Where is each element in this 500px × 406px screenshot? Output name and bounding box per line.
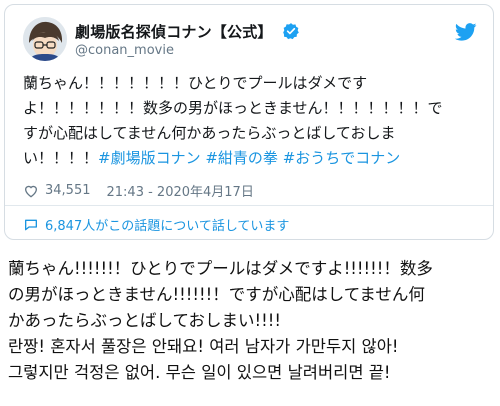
tweet-card[interactable]: 劇場版名探偵コナン【公式】 @conan_movie 蘭ちゃん！！！！！！！ひと… [4,4,494,240]
user-handle[interactable]: @conan_movie [75,43,174,58]
hashtag-links[interactable]: #劇場版コナン #紺青の拳 #おうちでコナン [98,149,400,167]
speech-bubble-icon [23,217,39,233]
conversation-text: 6,847人がこの話題について話しています [45,219,290,234]
timestamp[interactable]: 21:43 - 2020年4月17日 [107,181,254,200]
korean-line: 그렇지만 걱정은 없어. 무슨 일이 있으면 날려버리면 끝! [8,363,391,382]
conversation-link[interactable]: 6,847人がこの話題について話しています [23,215,289,234]
avatar[interactable] [23,17,67,61]
twitter-bird-icon[interactable] [454,23,477,45]
avatar-image [23,17,67,61]
tweet-line: すが心配はしてません何かあったらぶっとばしておしま [23,124,396,142]
tweet-line: い！！！！ [23,149,99,167]
tweet-line: よ！！！！！！！数多の男がほっときません！！！！！！！で [23,99,443,117]
tweet-meta: 34,551 21:43 - 2020年4月17日 [23,181,254,200]
korean-line: 란짱! 혼자서 풀장은 안돼요! 여러 남자가 가만두지 않아! [8,337,399,356]
verified-badge-icon [282,22,300,44]
display-name-text: 劇場版名探偵コナン【公式】 [75,23,273,41]
tweet-text: 蘭ちゃん！！！！！！！ひとりでプールはダメです よ！！！！！！！数多の男がほっと… [23,71,479,171]
japanese-line: の男がほっときません!!!!!!！ですが心配はしてません何 [8,285,425,304]
display-name[interactable]: 劇場版名探偵コナン【公式】 [75,21,300,44]
heart-icon[interactable] [23,183,39,199]
divider [5,205,493,206]
like-count[interactable]: 34,551 [45,183,91,198]
tweet-line: 蘭ちゃん！！！！！！！ひとりでプールはダメです [23,74,368,92]
translation-text: 蘭ちゃん!!!!!!！ひとりでプールはダメですよ!!!!!!！数多 の男がほっと… [8,256,494,386]
japanese-line: かあったらぶっとばしておしまい!!!! [8,311,281,330]
japanese-line: 蘭ちゃん!!!!!!！ひとりでプールはダメですよ!!!!!!！数多 [8,259,433,278]
